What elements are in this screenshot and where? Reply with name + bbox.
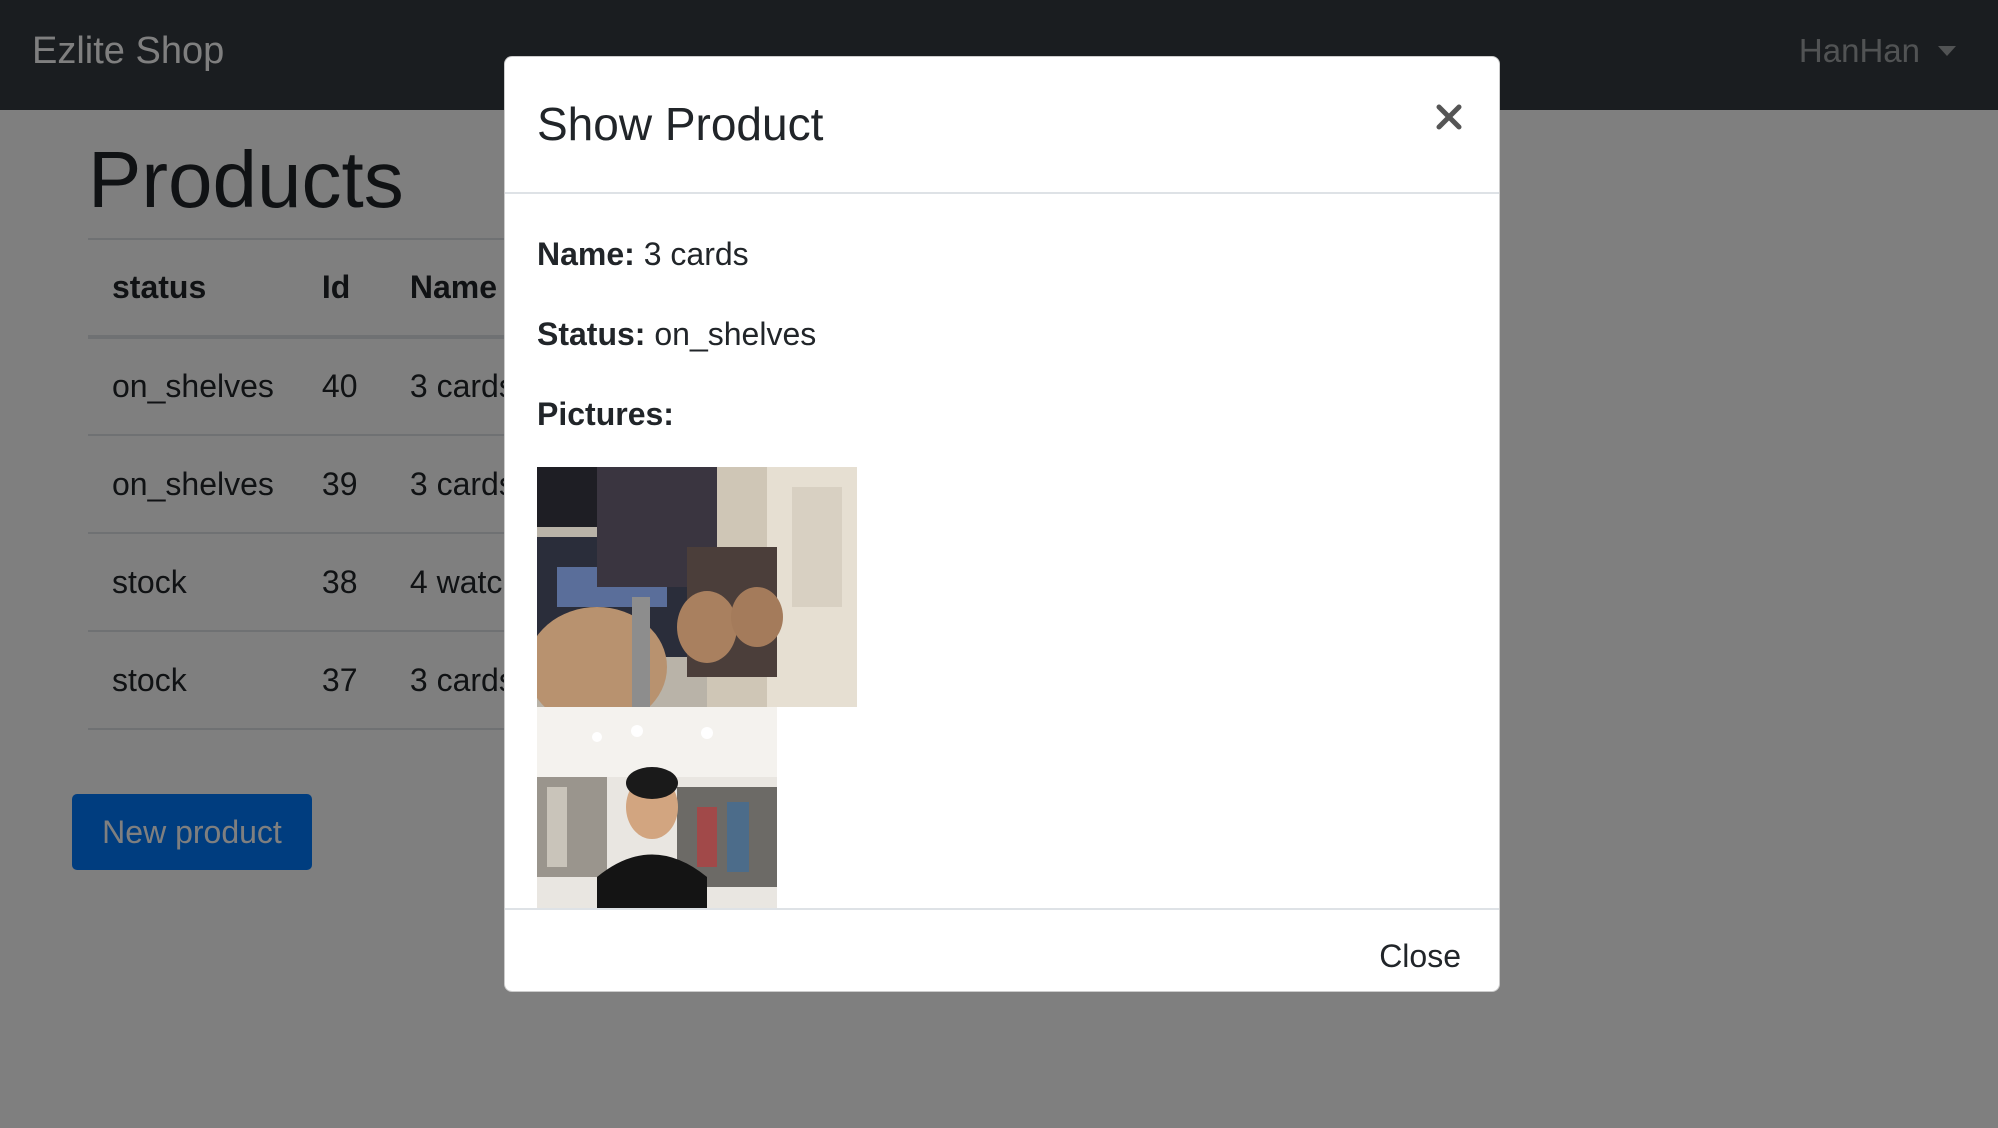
name-label: Name: xyxy=(537,236,635,272)
product-status-field: Status: on_shelves xyxy=(537,316,816,353)
status-label: Status: xyxy=(537,316,646,352)
product-picture-1 xyxy=(537,467,857,707)
name-value: 3 cards xyxy=(643,236,749,272)
show-product-modal: Show Product Name: 3 cards Status: on_sh… xyxy=(504,56,1500,992)
status-value: on_shelves xyxy=(654,316,817,352)
modal-title: Show Product xyxy=(537,98,824,150)
app-page: Ezlite Shop HanHan Products status Id Na… xyxy=(0,0,1998,1128)
photo-restaurant-image xyxy=(537,467,857,707)
photo-person-image xyxy=(537,707,777,908)
modal-header: Show Product xyxy=(505,57,1499,194)
close-button[interactable]: Close xyxy=(1379,938,1461,975)
product-picture-2 xyxy=(537,707,777,908)
close-icon[interactable] xyxy=(1427,95,1471,139)
pictures-label: Pictures: xyxy=(537,396,674,432)
product-name-field: Name: 3 cards xyxy=(537,236,749,273)
times-icon xyxy=(1436,104,1462,130)
modal-footer: Close xyxy=(505,908,1499,991)
pictures-field: Pictures: xyxy=(537,396,674,433)
modal-body: Name: 3 cards Status: on_shelves Picture… xyxy=(505,194,1499,908)
